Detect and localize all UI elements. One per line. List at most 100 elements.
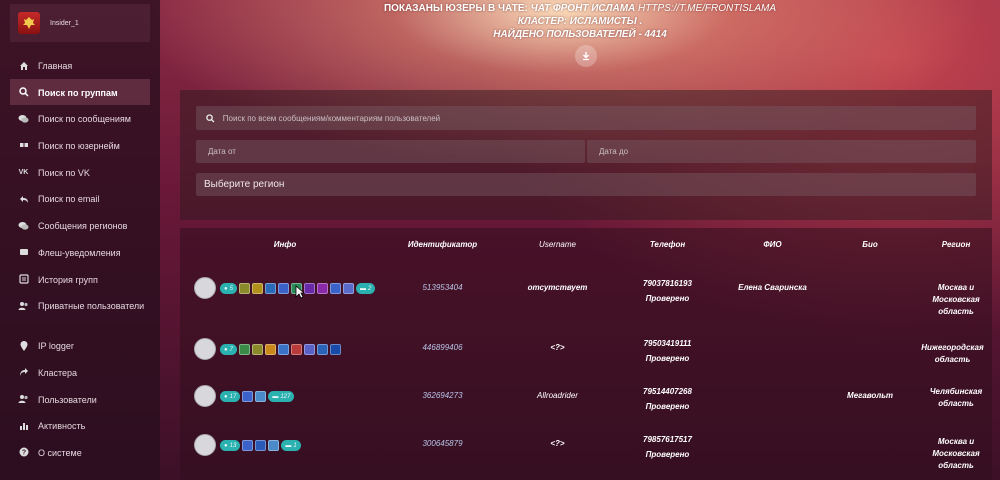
extra-badge[interactable]: ▬ 127 [268, 391, 295, 402]
group-icon[interactable] [251, 344, 263, 355]
message-icon: ▬ [272, 393, 279, 400]
download-button[interactable] [575, 45, 597, 67]
sidebar-item-region-messages[interactable]: Сообщения регионов [10, 212, 150, 239]
sidebar-item-activity[interactable]: Активность [10, 412, 150, 439]
column-header-info: Инфо [273, 240, 297, 249]
bio-cell: Мегавольт [847, 391, 893, 400]
facebook-icon[interactable] [316, 344, 328, 355]
sidebar-item-private-users[interactable]: Приватные пользователи [10, 292, 150, 332]
sidebar-item-vk-search[interactable]: VK Поиск по VK [10, 159, 150, 186]
group-icon[interactable] [242, 440, 254, 451]
messages-badge[interactable]: ● 7 [220, 344, 237, 355]
home-icon [18, 60, 29, 71]
user-profile[interactable]: Insider_1 [10, 4, 150, 42]
sidebar-item-home[interactable]: Главная [10, 52, 150, 79]
user-id-link[interactable]: 300645879 [395, 438, 490, 450]
sidebar-item-users[interactable]: Пользователи [10, 386, 150, 413]
group-icon[interactable] [238, 283, 250, 294]
group-icon[interactable] [277, 344, 289, 355]
messages-count: 5 [229, 285, 233, 292]
group-icon[interactable] [290, 344, 302, 355]
sidebar-item-email-search[interactable]: Поиск по email [10, 185, 150, 212]
group-icon[interactable] [342, 283, 354, 294]
svg-text:?: ? [21, 450, 25, 457]
region-cell: Челябинская область [929, 387, 983, 408]
user-id-link[interactable]: 362694273 [395, 390, 490, 402]
extra-count: 1 [293, 442, 297, 449]
group-icon[interactable] [242, 391, 254, 402]
sidebar-item-label: IP logger [38, 341, 74, 352]
chat-icon [18, 220, 29, 231]
sidebar-item-username-search[interactable]: Поиск по юзернейм [10, 132, 150, 159]
group-icon[interactable] [268, 440, 280, 451]
date-from-input[interactable] [208, 147, 585, 156]
region-cell: Нижегородская область [921, 343, 984, 364]
sidebar-item-label: Поиск по VK [38, 167, 90, 178]
download-icon [583, 52, 589, 61]
table-header: Инфо Идентификатор Username Телефон ФИО … [180, 240, 992, 260]
extra-badge[interactable]: ▬ 1 [281, 440, 301, 451]
user-id-link[interactable]: 446899406 [395, 342, 490, 354]
sidebar-item-flash-notifications[interactable]: Флеш-уведомления [10, 239, 150, 266]
facebook-icon[interactable] [329, 283, 341, 294]
extra-badge[interactable]: ▬ 2 [355, 283, 376, 294]
sidebar-item-label: Пользователи [38, 394, 97, 405]
group-icon[interactable] [264, 344, 276, 355]
chat-icon: ● [224, 285, 228, 292]
sidebar-item-ip-logger[interactable]: IP logger [10, 332, 150, 359]
sidebar-item-group-search[interactable]: Поиск по группам [10, 78, 150, 106]
table-row[interactable]: ● 5 ▬ 2 513953404 отсутствует 79037816193 … [180, 268, 992, 318]
sidebar-item-label: О системе [38, 447, 82, 458]
group-icon[interactable] [264, 283, 276, 294]
sidebar-item-label: Поиск по юзернейм [38, 141, 120, 152]
username-cell: <?> [550, 439, 565, 448]
region-select-label: Выберите регион [204, 179, 285, 190]
comments-icon [18, 113, 29, 124]
sidebar-item-message-search[interactable]: Поиск по сообщениям [10, 105, 150, 132]
group-icon[interactable] [251, 283, 263, 294]
header-found-count: НАЙДЕНО ПОЛЬЗОВАТЕЛЕЙ - 4414 [493, 29, 667, 40]
date-to-input[interactable] [599, 147, 976, 156]
pin-icon [18, 340, 29, 351]
column-header-username: Username [539, 240, 576, 249]
group-icon[interactable] [238, 344, 250, 355]
sidebar-item-group-history[interactable]: История групп [10, 266, 150, 293]
header-line-chat: ПОКАЗАНЫ ЮЗЕРЫ В ЧАТЕ: ЧАТ ФРОНТ ИСЛАМА … [330, 2, 830, 15]
group-icon[interactable] [255, 391, 267, 402]
header-cluster-name: ИСЛАМИСТЫ [569, 16, 637, 27]
group-icon[interactable] [303, 283, 315, 294]
table-row[interactable]: ● 13 ▬ 1 300645879 <?> 79857617517 Провере… [180, 428, 992, 480]
phone-status: Проверено [645, 354, 690, 363]
bar-chart-icon [18, 420, 29, 431]
share-icon [18, 367, 29, 378]
sidebar-item-about[interactable]: ? О системе [10, 439, 150, 466]
messages-count: 7 [229, 346, 233, 353]
group-icon[interactable] [329, 344, 341, 355]
history-icon [18, 274, 29, 285]
group-icon[interactable] [303, 344, 315, 355]
group-icon[interactable] [316, 283, 328, 294]
messages-count: 17 [229, 393, 237, 400]
user-id-link[interactable]: 513953404 [395, 282, 490, 294]
messages-badge[interactable]: ● 5 [220, 283, 237, 294]
question-icon: ? [18, 447, 29, 458]
column-header-bio: Био [862, 240, 878, 249]
message-search-input[interactable] [222, 113, 976, 123]
username-cell: Allroadrider [537, 391, 578, 400]
info-icons: ● 7 [220, 344, 341, 355]
table-row[interactable]: ● 17 ▬ 127 362694273 Allroadrider 79514407… [180, 378, 992, 428]
group-icon[interactable] [277, 283, 289, 294]
table-row[interactable]: ● 7 446899406 <?> 79503419111 Проверено Н… [180, 328, 992, 378]
messages-badge[interactable]: ● 13 [220, 440, 241, 451]
region-select[interactable]: Выберите регион [196, 173, 976, 196]
search-icon [18, 87, 29, 98]
header-chat-name: ЧАТ ФРОНТ ИСЛАМА [530, 3, 636, 14]
avatar [194, 385, 216, 407]
username-cell: отсутствует [527, 283, 588, 292]
avatar [194, 338, 216, 360]
facebook-icon[interactable] [255, 440, 267, 451]
phone-cell: 79037816193 [643, 279, 692, 288]
header-cluster-prefix: КЛАСТЕР: [517, 16, 570, 27]
messages-badge[interactable]: ● 17 [220, 391, 241, 402]
sidebar-item-clusters[interactable]: Кластера [10, 359, 150, 386]
